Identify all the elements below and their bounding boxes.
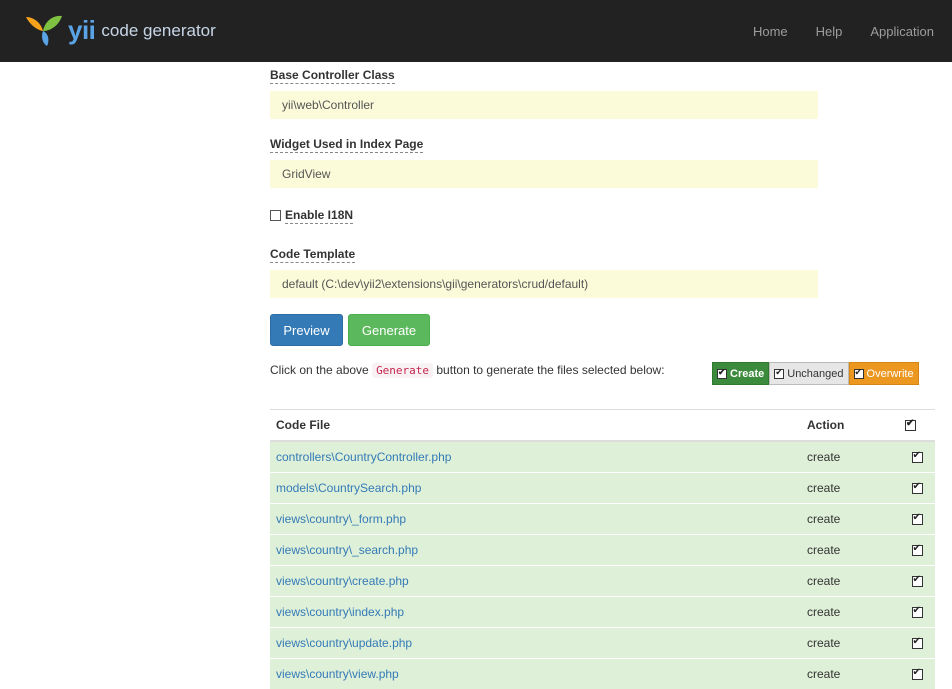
table-header-row: Code File Action <box>270 410 935 442</box>
checkbox-checked-icon[interactable] <box>774 369 784 379</box>
generate-hint: Click on the above Generate button to ge… <box>270 362 690 379</box>
code-file-link[interactable]: views\country\index.php <box>276 605 404 619</box>
nav-links: Home Help Application <box>753 0 934 62</box>
navbar: yii code generator Home Help Application <box>0 0 952 62</box>
file-select-checkbox[interactable] <box>912 607 923 618</box>
code-file-link[interactable]: views\country\update.php <box>276 636 412 650</box>
hint-text-before: Click on the above <box>270 363 372 377</box>
hint-text-after: button to generate the files selected be… <box>433 363 665 377</box>
hint-code: Generate <box>372 363 433 378</box>
file-action: create <box>801 628 899 659</box>
table-row: views\country\create.php create <box>270 566 935 597</box>
widget-label: Widget Used in Index Page <box>270 137 423 153</box>
generate-button[interactable]: Generate <box>348 314 430 346</box>
nav-home-link[interactable]: Home <box>753 24 788 39</box>
select-all-cell <box>899 410 935 442</box>
file-action: create <box>801 441 899 473</box>
nav-help-link[interactable]: Help <box>816 24 843 39</box>
checkbox-checked-icon[interactable] <box>717 369 727 379</box>
table-row: views\country\index.php create <box>270 597 935 628</box>
code-file-link[interactable]: views\country\view.php <box>276 667 399 681</box>
file-select-checkbox[interactable] <box>912 452 923 463</box>
select-all-checkbox[interactable] <box>905 420 916 431</box>
code-file-link[interactable]: controllers\CountryController.php <box>276 450 451 464</box>
widget-input[interactable]: GridView <box>270 160 818 188</box>
code-file-link[interactable]: views\country\_search.php <box>276 543 418 557</box>
file-select-checkbox[interactable] <box>912 576 923 587</box>
file-action: create <box>801 504 899 535</box>
i18n-checkbox-row[interactable]: Enable I18N <box>270 207 353 224</box>
file-action: create <box>801 659 899 689</box>
file-action: create <box>801 597 899 628</box>
code-files-table: Code File Action controllers\CountryCont… <box>270 409 935 689</box>
code-file-link[interactable]: models\CountrySearch.php <box>276 481 421 495</box>
table-row: views\country\update.php create <box>270 628 935 659</box>
brand-yii-text: yii <box>68 17 95 43</box>
brand-subtitle: code generator <box>101 22 215 39</box>
file-select-checkbox[interactable] <box>912 483 923 494</box>
code-file-link[interactable]: views\country\create.php <box>276 574 409 588</box>
brand[interactable]: yii code generator <box>24 13 216 47</box>
base-controller-label: Base Controller Class <box>270 68 395 84</box>
base-controller-input[interactable]: yii\web\Controller <box>270 91 818 119</box>
table-row: views\country\_search.php create <box>270 535 935 566</box>
action-header: Action <box>801 410 899 442</box>
legend-overwrite[interactable]: Overwrite <box>849 362 919 385</box>
file-action: create <box>801 535 899 566</box>
yii-logo-icon <box>24 13 64 47</box>
file-action: create <box>801 473 899 504</box>
file-select-checkbox[interactable] <box>912 514 923 525</box>
table-row: models\CountrySearch.php create <box>270 473 935 504</box>
legend-unchanged[interactable]: Unchanged <box>769 362 848 385</box>
i18n-label: Enable I18N <box>285 208 353 224</box>
legend-create[interactable]: Create <box>712 362 769 385</box>
template-label: Code Template <box>270 247 355 263</box>
code-file-link[interactable]: views\country\_form.php <box>276 512 406 526</box>
table-row: views\country\view.php create <box>270 659 935 689</box>
table-row: controllers\CountryController.php create <box>270 441 935 473</box>
preview-button[interactable]: Preview <box>270 314 343 346</box>
legend-create-label: Create <box>730 368 764 380</box>
checkbox-checked-icon[interactable] <box>854 369 864 379</box>
file-select-checkbox[interactable] <box>912 638 923 649</box>
file-select-checkbox[interactable] <box>912 545 923 556</box>
legend-overwrite-label: Overwrite <box>867 368 914 380</box>
nav-application-link[interactable]: Application <box>870 24 934 39</box>
file-select-checkbox[interactable] <box>912 669 923 680</box>
legend-unchanged-label: Unchanged <box>787 368 843 380</box>
file-action: create <box>801 566 899 597</box>
i18n-checkbox[interactable] <box>270 210 281 221</box>
table-row: views\country\_form.php create <box>270 504 935 535</box>
template-select[interactable]: default (C:\dev\yii2\extensions\gii\gene… <box>270 270 818 298</box>
code-file-header: Code File <box>270 410 801 442</box>
file-status-legend: Create Unchanged Overwrite <box>712 362 919 385</box>
